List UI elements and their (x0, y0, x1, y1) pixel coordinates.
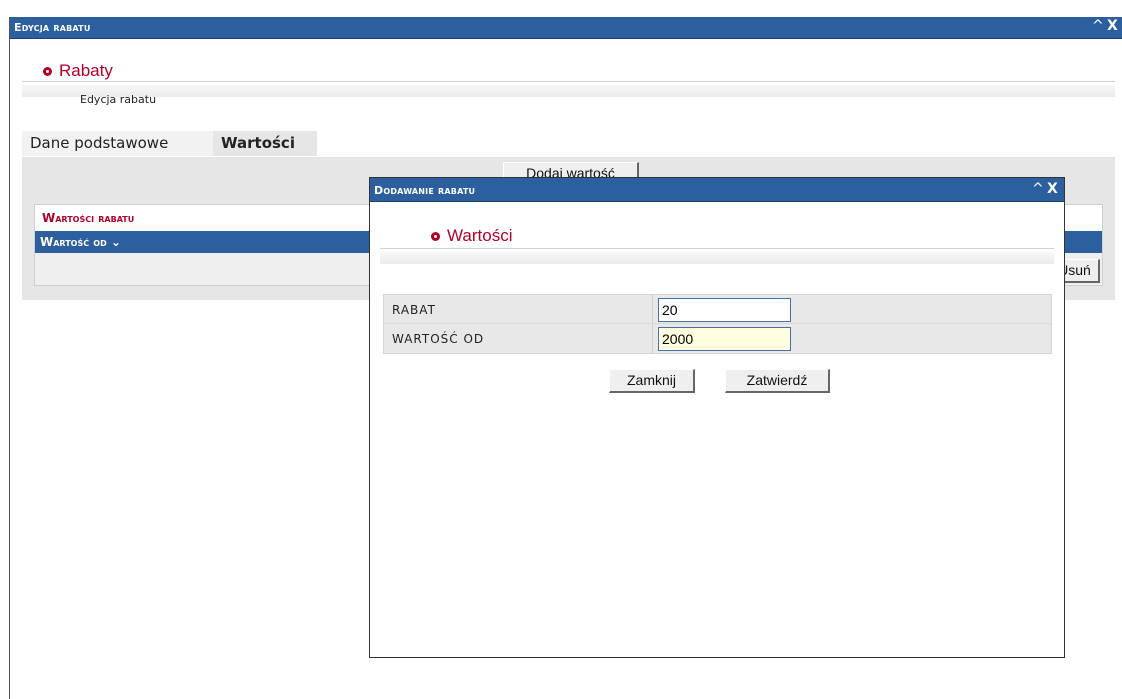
form-row-discount: RABAT (384, 295, 1051, 324)
minimize-icon[interactable]: ^ (1092, 18, 1104, 34)
value-from-input[interactable] (658, 327, 791, 351)
dialog-section-divider (380, 248, 1054, 249)
section-header: Rabaty (43, 61, 113, 81)
dialog-minimize-icon[interactable]: ^ (1032, 181, 1044, 197)
grid-caption: Wartości rabatu (42, 211, 135, 225)
window-title: Edycja rabatu (14, 21, 91, 34)
dialog-subtitle-band (380, 252, 1054, 264)
bullet-icon (431, 231, 440, 241)
add-discount-dialog: Dodawanie rabatu ^ X Wartości RABAT WART… (369, 177, 1065, 658)
window-titlebar[interactable]: Edycja rabatu ^ X (10, 17, 1122, 39)
form-row-value-from: WARTOŚĆ OD (384, 324, 1051, 353)
value-from-label: WARTOŚĆ OD (392, 332, 485, 346)
dialog-section-header: Wartości (431, 226, 513, 246)
discount-label: RABAT (392, 303, 436, 317)
close-button[interactable]: Zamknij (609, 369, 695, 393)
dialog-section-title: Wartości (447, 226, 513, 245)
dialog-title: Dodawanie rabatu (374, 184, 476, 197)
discount-form: RABAT WARTOŚĆ OD (383, 294, 1052, 354)
close-icon[interactable]: X (1107, 18, 1118, 34)
bullet-icon (43, 66, 52, 76)
section-title: Rabaty (59, 61, 113, 80)
discount-input[interactable] (658, 298, 791, 322)
tab-values[interactable]: Wartości (213, 131, 317, 156)
dialog-close-icon[interactable]: X (1047, 181, 1058, 197)
subtitle-band (22, 85, 1115, 97)
cell-separator (652, 295, 653, 323)
confirm-button[interactable]: Zatwierdź (725, 369, 830, 393)
tab-basic-data[interactable]: Dane podstawowe (22, 131, 213, 156)
page-subtitle: Edycja rabatu (80, 93, 157, 106)
cell-separator (652, 324, 653, 353)
section-divider (22, 81, 1115, 82)
dialog-titlebar[interactable]: Dodawanie rabatu ^ X (370, 178, 1064, 202)
